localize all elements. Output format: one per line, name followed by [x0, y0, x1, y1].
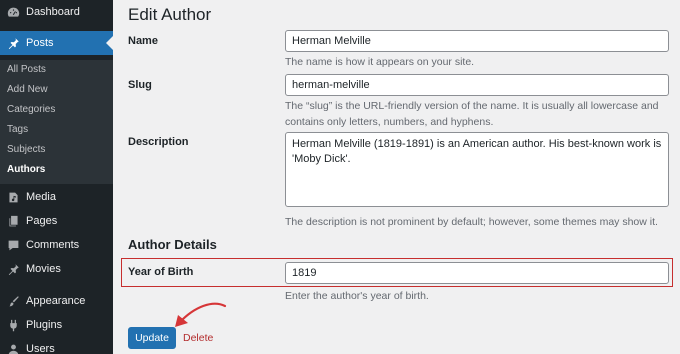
pin-icon: [0, 263, 26, 276]
delete-link[interactable]: Delete: [183, 332, 213, 344]
submenu-authors[interactable]: Authors: [7, 164, 45, 175]
section-title: Author Details: [128, 237, 217, 252]
annotation-arrow-icon: [175, 302, 227, 327]
menu-label: Media: [26, 191, 56, 203]
menu-pages[interactable]: Pages: [0, 209, 113, 233]
submenu-subjects[interactable]: Subjects: [7, 144, 45, 155]
menu-movies[interactable]: Movies: [0, 257, 113, 281]
menu-appearance[interactable]: Appearance: [0, 289, 113, 313]
slug-help: The “slug” is the URL-friendly version o…: [285, 100, 659, 128]
menu-label: Plugins: [26, 319, 63, 331]
year-of-birth-label: Year of Birth: [128, 266, 194, 278]
current-menu-arrow: [106, 36, 113, 50]
year-of-birth-field[interactable]: 1819: [285, 262, 669, 284]
admin-sidebar: Dashboard Posts All Posts Add New Catego…: [0, 0, 113, 354]
pin-icon: [0, 37, 26, 50]
menu-label: Users: [26, 343, 55, 354]
menu-label: Appearance: [26, 295, 86, 307]
name-field[interactable]: Herman Melville: [285, 30, 669, 52]
main-content: Edit Author Name Herman Melville The nam…: [113, 0, 680, 354]
menu-users[interactable]: Users: [0, 337, 113, 354]
page-title: Edit Author: [128, 5, 212, 24]
year-of-birth-help: Enter the author's year of birth.: [285, 290, 429, 302]
menu-label: Dashboard: [26, 6, 80, 18]
menu-label: Posts: [26, 37, 54, 49]
dashboard-icon: [0, 6, 26, 19]
comment-icon: [0, 239, 26, 252]
submenu-all-posts[interactable]: All Posts: [7, 64, 46, 75]
name-label: Name: [128, 35, 158, 47]
media-icon: [0, 191, 26, 204]
description-help: The description is not prominent by defa…: [285, 216, 658, 228]
submenu-tags[interactable]: Tags: [7, 124, 28, 135]
menu-label: Movies: [26, 263, 61, 275]
description-field[interactable]: Herman Melville (1819-1891) is an Americ…: [285, 132, 669, 207]
plugin-icon: [0, 319, 26, 332]
description-label: Description: [128, 136, 189, 148]
menu-media[interactable]: Media: [0, 185, 113, 209]
menu-dashboard[interactable]: Dashboard: [0, 0, 113, 24]
menu-posts[interactable]: Posts: [0, 31, 113, 55]
slug-label: Slug: [128, 79, 152, 91]
posts-submenu: All Posts Add New Categories Tags Subjec…: [0, 60, 113, 184]
slug-field[interactable]: herman-melville: [285, 74, 669, 96]
menu-label: Pages: [26, 215, 58, 227]
menu-label: Comments: [26, 239, 80, 251]
menu-plugins[interactable]: Plugins: [0, 313, 113, 337]
update-button[interactable]: Update: [128, 327, 176, 349]
pages-icon: [0, 215, 26, 228]
menu-comments[interactable]: Comments: [0, 233, 113, 257]
submenu-categories[interactable]: Categories: [7, 104, 55, 115]
name-help: The name is how it appears on your site.: [285, 56, 475, 68]
submenu-add-new[interactable]: Add New: [7, 84, 48, 95]
brush-icon: [0, 295, 26, 308]
users-icon: [0, 343, 26, 354]
